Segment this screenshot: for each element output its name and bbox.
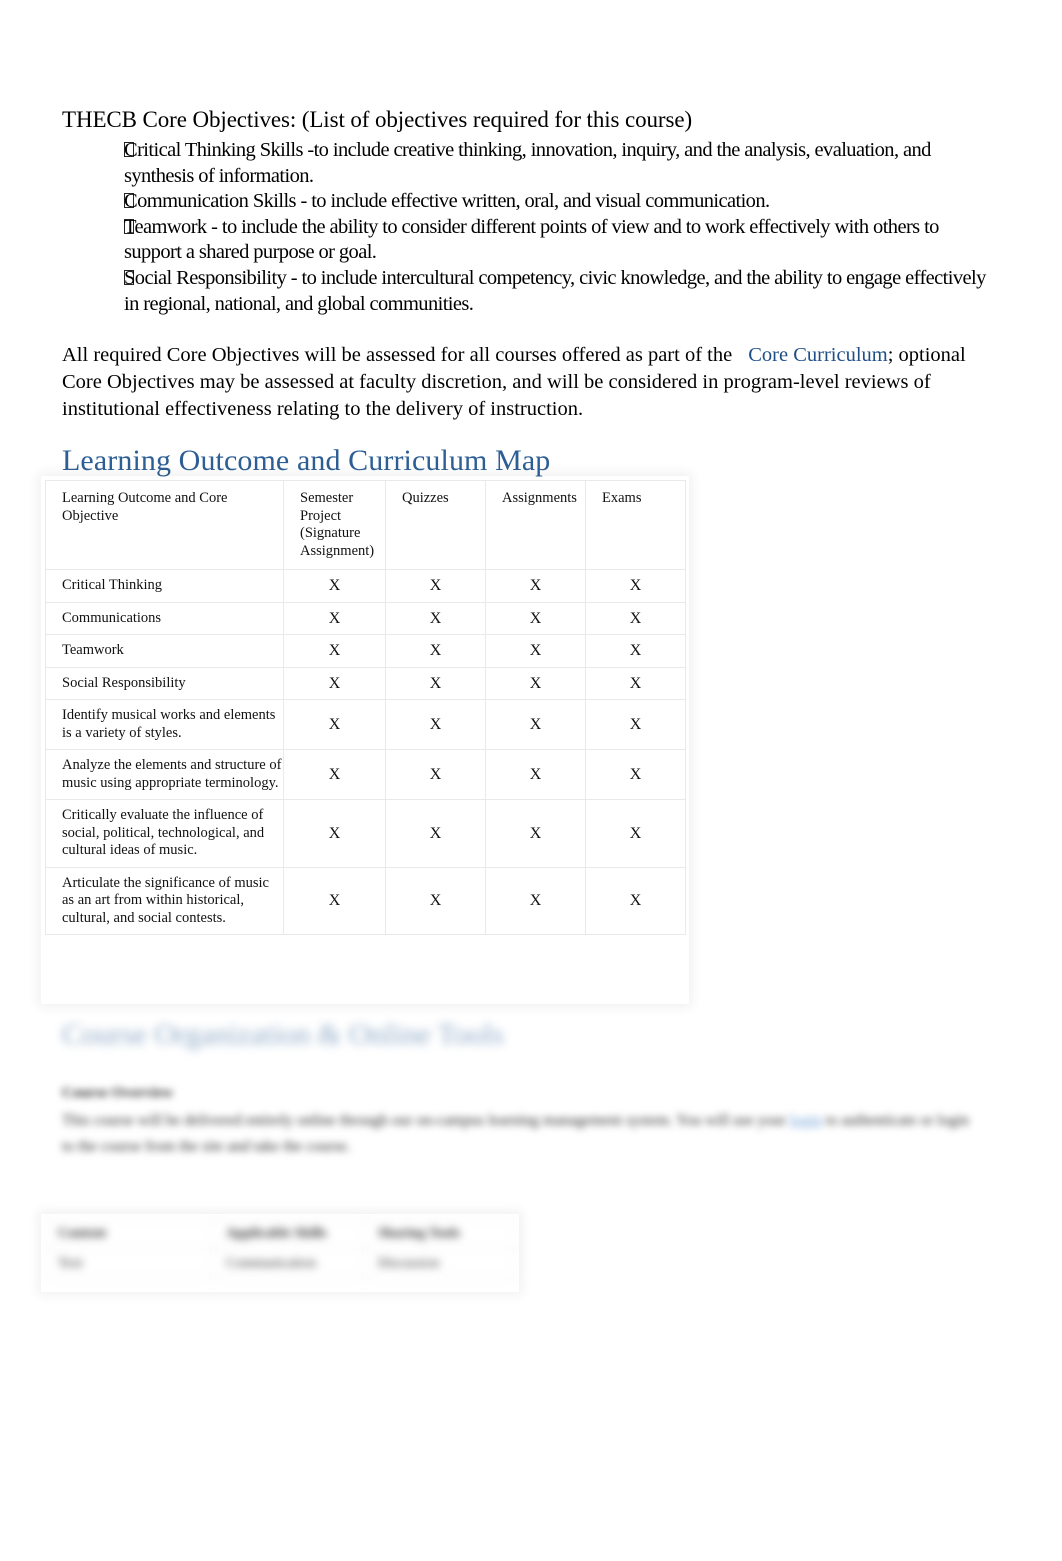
cell-exams: X <box>585 866 686 935</box>
cell-quizzes: X <box>385 799 486 868</box>
table-row: Analyze the elements and structure of mu… <box>45 749 686 800</box>
row-outcome: Communications <box>45 601 284 635</box>
row-outcome: Critical Thinking <box>45 569 284 603</box>
cell-assignments: X <box>485 601 586 635</box>
table-row: Communications X X X X <box>45 601 686 635</box>
tools-table-container: Content Applicable Skills Sharing Tools … <box>45 1218 516 1279</box>
cell-quizzes: X <box>385 699 486 750</box>
table-header-row: Content Applicable Skills Sharing Tools <box>45 1218 516 1249</box>
column-header-tools: Sharing Tools <box>365 1218 516 1249</box>
table-row: Social Responsibility X X X X <box>45 666 686 700</box>
cell-semester-project: X <box>283 699 386 750</box>
cell-exams: X <box>585 799 686 868</box>
cell-semester-project: X <box>283 666 386 700</box>
column-header-content: Content <box>45 1218 214 1249</box>
curriculum-map-heading: Learning Outcome and Curriculum Map <box>62 444 551 477</box>
column-header-outcome: Learning Outcome and Core Objective <box>45 480 284 570</box>
table-row: Critical Thinking X X X X <box>45 569 686 603</box>
cell-skills: Communication <box>213 1248 366 1279</box>
cell-semester-project: X <box>283 866 386 935</box>
column-header-exams: Exams <box>585 480 686 570</box>
core-objectives-list: Critical Thinking Skills -to include cre… <box>62 138 992 317</box>
cell-semester-project: X <box>283 749 386 800</box>
cell-exams: X <box>585 749 686 800</box>
document-page: THECB Core Objectives: (List of objectiv… <box>0 0 1062 1561</box>
column-header-assignments: Assignments <box>485 480 586 570</box>
objective-text: Teamwork - to include the ability to con… <box>124 215 939 264</box>
core-objectives-heading: THECB Core Objectives: (List of objectiv… <box>62 107 693 132</box>
login-link[interactable]: login <box>790 1112 822 1129</box>
cell-assignments: X <box>485 634 586 668</box>
course-organization-heading: Course Organization & Online Tools <box>62 1018 504 1051</box>
assessment-paragraph: All required Core Objectives will be ass… <box>62 342 987 422</box>
curriculum-map-table: Learning Outcome and Core Objective Seme… <box>45 480 686 935</box>
cell-semester-project: X <box>283 634 386 668</box>
row-outcome: Social Responsibility <box>45 666 284 700</box>
cell-quizzes: X <box>385 569 486 603</box>
table-row: Critically evaluate the influence of soc… <box>45 799 686 868</box>
course-overview-paragraph: This course will be delivered entirely o… <box>62 1108 974 1160</box>
column-header-skills: Applicable Skills <box>213 1218 366 1249</box>
column-header-semester-project: Semester Project (Signature Assignment) <box>283 480 386 570</box>
cell-assignments: X <box>485 569 586 603</box>
table-row: Text Communication Discussion <box>45 1248 516 1279</box>
cell-exams: X <box>585 601 686 635</box>
table-row: Teamwork X X X X <box>45 634 686 668</box>
cell-assignments: X <box>485 666 586 700</box>
cell-exams: X <box>585 569 686 603</box>
cell-assignments: X <box>485 799 586 868</box>
objective-text: Critical Thinking Skills -to include cre… <box>124 139 931 187</box>
cell-exams: X <box>585 666 686 700</box>
list-item: Communication Skills - to include effect… <box>62 189 992 215</box>
course-overview-text-before-link: This course will be delivered entirely o… <box>62 1112 787 1129</box>
table-row: Articulate the significance of music as … <box>45 866 686 935</box>
row-outcome: Articulate the significance of music as … <box>45 866 284 935</box>
curriculum-map-container: Learning Outcome and Core Objective Seme… <box>45 480 686 935</box>
tools-table: Content Applicable Skills Sharing Tools … <box>45 1218 516 1279</box>
cell-assignments: X <box>485 866 586 935</box>
cell-exams: X <box>585 634 686 668</box>
row-outcome: Identify musical works and elements is a… <box>45 699 284 750</box>
list-item: Critical Thinking Skills -to include cre… <box>62 138 992 189</box>
core-curriculum-link[interactable]: Core Curriculum <box>748 344 888 366</box>
cell-tools: Discussion <box>365 1248 516 1279</box>
objective-text: Social Responsibility - to include inter… <box>124 266 986 315</box>
table-row: Identify musical works and elements is a… <box>45 699 686 750</box>
cell-quizzes: X <box>385 634 486 668</box>
row-outcome: Teamwork <box>45 634 284 668</box>
square-bullet-icon <box>62 189 134 215</box>
square-bullet-icon <box>62 138 134 164</box>
course-overview-subheading: Course Overview <box>62 1085 174 1101</box>
cell-content: Text <box>45 1248 214 1279</box>
cell-quizzes: X <box>385 666 486 700</box>
cell-quizzes: X <box>385 866 486 935</box>
assessment-text-before-link: All required Core Objectives will be ass… <box>62 344 733 366</box>
cell-assignments: X <box>485 749 586 800</box>
cell-semester-project: X <box>283 799 386 868</box>
list-item: Social Responsibility - to include inter… <box>62 266 992 317</box>
cell-semester-project: X <box>283 569 386 603</box>
row-outcome: Critically evaluate the influence of soc… <box>45 799 284 868</box>
table-header-row: Learning Outcome and Core Objective Seme… <box>45 480 686 570</box>
list-item: Teamwork - to include the ability to con… <box>62 215 992 266</box>
square-bullet-icon <box>62 215 134 241</box>
cell-quizzes: X <box>385 749 486 800</box>
cell-exams: X <box>585 699 686 750</box>
cell-quizzes: X <box>385 601 486 635</box>
square-bullet-icon <box>62 266 134 292</box>
cell-semester-project: X <box>283 601 386 635</box>
objective-text: Communication Skills - to include effect… <box>124 190 770 213</box>
row-outcome: Analyze the elements and structure of mu… <box>45 749 284 800</box>
cell-assignments: X <box>485 699 586 750</box>
column-header-quizzes: Quizzes <box>385 480 486 570</box>
